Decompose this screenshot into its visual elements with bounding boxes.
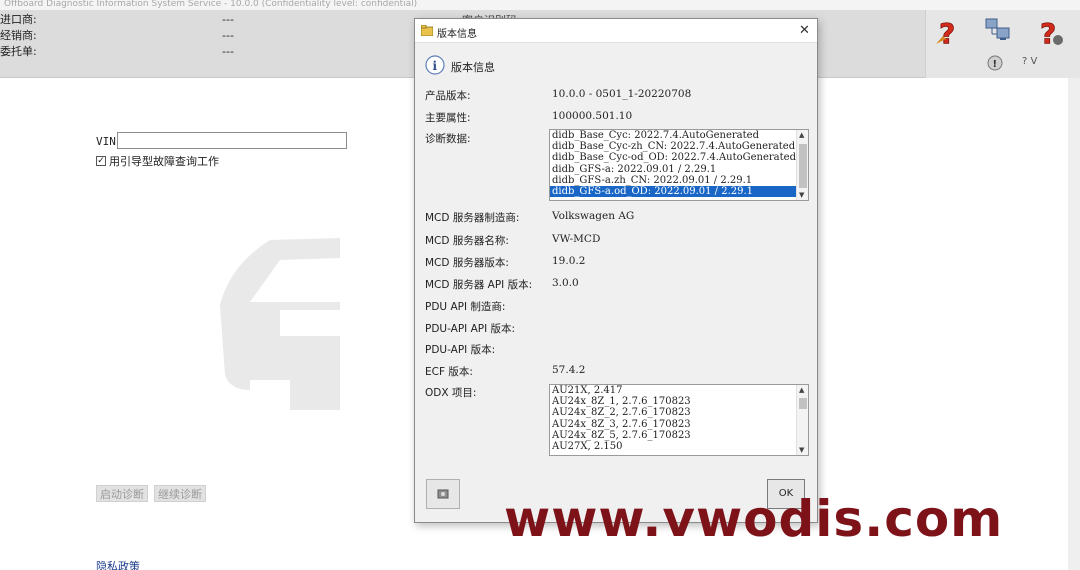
order-label: 委托单: [0, 45, 37, 58]
close-icon[interactable]: ✕ [799, 23, 810, 38]
pdu-version-label: PDU-API 版本: [425, 344, 496, 356]
diag-data-listbox[interactable]: didb_Base_Cyc: 2022.7.4.AutoGenerated di… [549, 129, 809, 201]
scroll-down-icon[interactable]: ▼ [799, 191, 804, 199]
main-attribute-value: 100000.501.10 [552, 110, 633, 122]
start-diagnosis-button[interactable]: 启动诊断 [96, 485, 148, 502]
pdu-vendor-label: PDU API 制造商: [425, 301, 506, 313]
vin-input[interactable] [117, 132, 347, 149]
continue-diagnosis-button[interactable]: 继续诊断 [154, 485, 206, 502]
list-item[interactable]: AU24x_8Z_1, 2.7.6_170823 [550, 396, 808, 407]
product-version-value: 10.0.0 - 0501_1-20220708 [552, 88, 692, 100]
svg-text:?: ? [939, 17, 955, 50]
dealer-label: 经销商: [0, 29, 37, 42]
list-item[interactable]: AU24x_8Z_5, 2.7.6_170823 [550, 430, 808, 441]
mcd-vendor-value: Volkswagen AG [552, 210, 635, 222]
svg-text:i: i [433, 59, 438, 73]
importer-label: 进口商: [0, 13, 37, 26]
info-icon: i [425, 55, 445, 75]
dialog-title: 版本信息 [437, 29, 477, 40]
ecf-version-label: ECF 版本: [425, 366, 473, 378]
mcd-api-version-label: MCD 服务器 API 版本: [425, 279, 533, 291]
version-info-dialog: 版本信息 ✕ i 版本信息 产品版本: 10.0.0 - 0501_1-2022… [414, 18, 818, 523]
odx-scrollbar[interactable]: ▲ ▼ [796, 385, 808, 455]
help-version-label[interactable]: ? V [1022, 56, 1037, 67]
info-bang-icon[interactable]: ? [1034, 16, 1068, 50]
list-item[interactable]: didb_GFS-a: 2022.09.01 / 2.29.1 [550, 164, 808, 175]
dialog-titlebar[interactable]: 版本信息 ✕ [415, 19, 817, 43]
list-item[interactable]: AU27X, 2.150 [550, 441, 808, 452]
main-attribute-label: 主要属性: [425, 112, 471, 124]
toolbar: ? ? ! ? V [925, 10, 1080, 78]
list-item-selected[interactable]: didb_GFS-a.od_OD: 2022.09.01 / 2.29.1 [550, 185, 808, 198]
order-value: --- [222, 45, 234, 58]
guided-fault-checkbox[interactable]: ✓ 用引导型故障查询工作 [96, 153, 219, 169]
list-item[interactable]: didb_Base_Cyc-od_OD: 2022.7.4.AutoGenera… [550, 152, 808, 163]
vin-label: VIN [96, 135, 116, 148]
scroll-down-icon[interactable]: ▼ [799, 446, 804, 454]
mcd-api-version-value: 3.0.0 [552, 277, 579, 289]
list-item[interactable]: didb_Base_Cyc-zh_CN: 2022.7.4.AutoGenera… [550, 141, 808, 152]
pdu-api-version-label: PDU-API API 版本: [425, 323, 516, 335]
mcd-version-label: MCD 服务器版本: [425, 257, 509, 269]
help-question-icon[interactable]: ? [934, 16, 968, 50]
mcd-name-label: MCD 服务器名称: [425, 235, 509, 247]
car-silhouette-icon [220, 238, 340, 410]
ecf-version-value: 57.4.2 [552, 364, 586, 376]
folder-icon [421, 25, 433, 36]
dealer-value: --- [222, 29, 234, 42]
scroll-up-icon[interactable]: ▲ [799, 131, 804, 139]
right-scroll-strip[interactable] [1068, 78, 1080, 570]
list-item[interactable]: didb_Base_Cyc: 2022.7.4.AutoGenerated [550, 130, 808, 141]
scroll-up-icon[interactable]: ▲ [799, 386, 804, 394]
importer-value: --- [222, 13, 234, 26]
scroll-thumb[interactable] [799, 144, 807, 188]
list-item[interactable]: didb_GFS-a.zh_CN: 2022.09.01 / 2.29.1 [550, 175, 808, 186]
checkbox-checked-icon[interactable]: ✓ [96, 156, 106, 166]
privacy-policy-link[interactable]: 隐私政策 [96, 558, 140, 570]
mcd-vendor-label: MCD 服务器制造商: [425, 212, 520, 224]
about-info-button[interactable] [426, 479, 460, 509]
dialog-heading: 版本信息 [451, 61, 495, 74]
diag-scrollbar[interactable]: ▲ ▼ [796, 130, 808, 200]
odx-items-label: ODX 项目: [425, 387, 477, 399]
product-version-label: 产品版本: [425, 90, 471, 102]
watermark: www.vwodis.com [504, 490, 1004, 548]
mcd-name-value: VW-MCD [552, 233, 601, 245]
help-small-icon[interactable]: ! [986, 54, 1006, 72]
list-item[interactable]: AU24x_8Z_3, 2.7.6_170823 [550, 419, 808, 430]
list-item[interactable]: AU24x_8Z_2, 2.7.6_170823 [550, 407, 808, 418]
list-item[interactable]: AU21X, 2.417 [550, 385, 808, 396]
mcd-version-value: 19.0.2 [552, 255, 586, 267]
guided-fault-label: 用引导型故障查询工作 [109, 155, 219, 168]
svg-text:!: ! [993, 59, 998, 70]
odx-items-listbox[interactable]: AU21X, 2.417 AU24x_8Z_1, 2.7.6_170823 AU… [549, 384, 809, 456]
scroll-thumb[interactable] [799, 398, 807, 409]
app-title: Offboard Diagnostic Information System S… [0, 0, 1080, 10]
network-computer-icon[interactable] [982, 16, 1016, 50]
device-icon [437, 489, 449, 499]
diag-data-label: 诊断数据: [425, 133, 471, 145]
svg-text:?: ? [1040, 17, 1056, 50]
